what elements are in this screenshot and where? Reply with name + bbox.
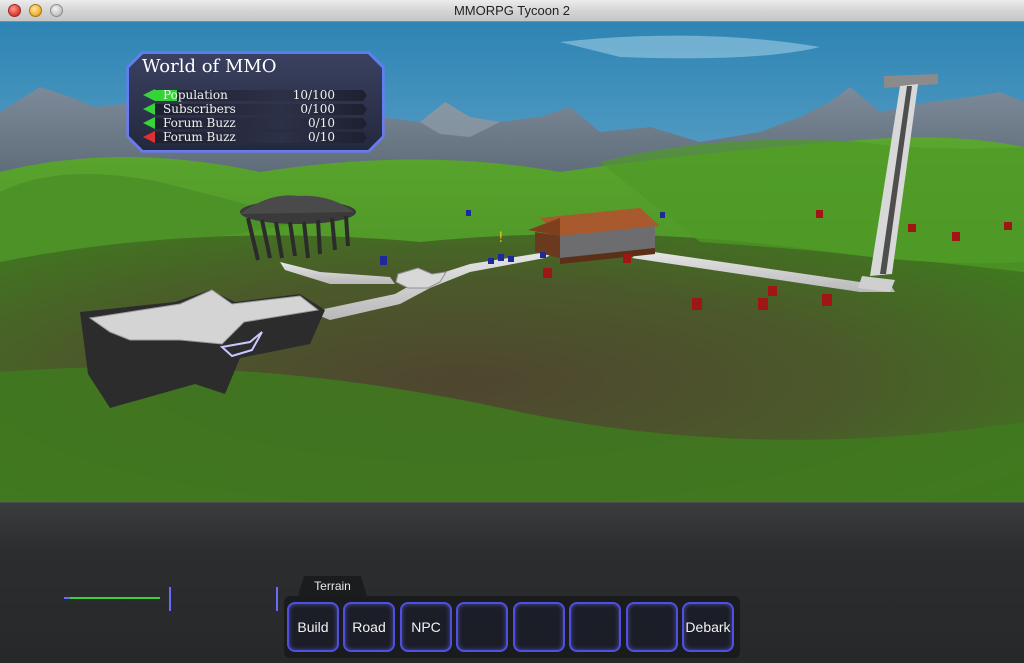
world-name: World of MMO — [142, 56, 277, 77]
trend-up-icon — [143, 103, 155, 115]
trend-down-icon — [143, 131, 155, 143]
empty-slot-button[interactable] — [513, 602, 565, 652]
npc-button[interactable]: NPC — [400, 602, 452, 652]
stat-row-forum-buzz: Forum Buzz 0/10 — [143, 116, 367, 130]
bottom-hud: Terrain Build Road NPC Debark — [0, 502, 1024, 663]
tab-terrain[interactable]: Terrain — [298, 576, 367, 596]
stat-row-subscribers: Subscribers 0/100 — [143, 102, 367, 116]
stat-label: Forum Buzz — [163, 130, 236, 144]
hud-divider — [276, 587, 278, 611]
empty-slot-button[interactable] — [626, 602, 678, 652]
empty-slot-button[interactable] — [456, 602, 508, 652]
stat-label: Forum Buzz — [163, 116, 236, 130]
stat-value: 10/100 — [292, 88, 335, 102]
empty-slot-button[interactable] — [569, 602, 621, 652]
stat-row-population: Population 10/100 — [143, 88, 367, 102]
trend-up-icon — [143, 89, 155, 101]
stat-label: Population — [163, 88, 228, 102]
stat-value: 0/100 — [300, 102, 335, 116]
build-toolbar: Build Road NPC Debark — [284, 596, 740, 658]
progress-indicator — [64, 597, 160, 599]
trend-up-icon — [143, 117, 155, 129]
window-title: MMORPG Tycoon 2 — [453, 3, 571, 18]
world-stats-panel: World of MMO Population 10/100 Subscribe… — [126, 51, 385, 153]
build-button[interactable]: Build — [287, 602, 339, 652]
stat-value: 0/10 — [308, 116, 335, 130]
stat-row-forum-buzz: Forum Buzz 0/10 — [143, 130, 367, 144]
stat-value: 0/10 — [308, 130, 335, 144]
svg-text:!: ! — [498, 230, 504, 246]
window-titlebar: MMORPG Tycoon 2 — [0, 0, 1024, 22]
road-button[interactable]: Road — [343, 602, 395, 652]
hud-divider — [169, 587, 171, 611]
stat-label: Subscribers — [163, 102, 236, 116]
debark-button[interactable]: Debark — [682, 602, 734, 652]
